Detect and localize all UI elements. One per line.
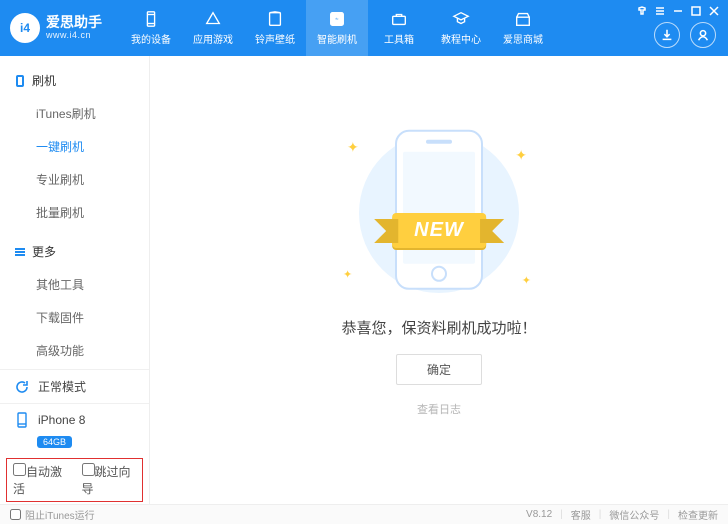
sidebar: 刷机 iTunes刷机 一键刷机 专业刷机 批量刷机 更多 其他工具 下载固件 … [0,56,150,504]
ringtone-icon [266,10,284,28]
app-header: i4 爱思助手 www.i4.cn 我的设备 应用游戏 铃声壁纸 智能刷机 工具… [0,0,728,56]
phone-small-icon [14,412,30,428]
download-button[interactable] [654,22,680,48]
checkbox-label: 阻止iTunes运行 [25,507,95,522]
device-name: iPhone 8 [38,413,85,427]
block-itunes-checkbox[interactable]: 阻止iTunes运行 [10,507,95,522]
minimize-icon[interactable] [670,3,686,19]
capacity-badge: 64GB [37,436,72,448]
nav-label: 工具箱 [384,31,414,46]
nav-label: 爱思商城 [503,31,543,46]
nav-label: 铃声壁纸 [255,31,295,46]
support-link[interactable]: 客服 [571,507,591,522]
nav-tutorials[interactable]: 教程中心 [430,0,492,56]
sidebar-item-other-tools[interactable]: 其他工具 [0,268,149,301]
main-content: ✦✦✦✦ NEW 恭喜您，保资料刷机成功啦！ 确定 查看日志 [150,56,728,504]
status-bar: 阻止iTunes运行 V8.12 | 客服 | 微信公众号 | 检查更新 [0,504,728,524]
nav-label: 我的设备 [131,31,171,46]
phone-icon [142,10,160,28]
device-info[interactable]: iPhone 8 64GB [0,403,149,456]
mode-label: 正常模式 [38,378,86,395]
nav-label: 智能刷机 [317,31,357,46]
window-controls [634,3,722,19]
nav-apps-games[interactable]: 应用游戏 [182,0,244,56]
section-label: 刷机 [32,72,56,89]
nav-label: 应用游戏 [193,31,233,46]
maximize-icon[interactable] [688,3,704,19]
apps-icon [204,10,222,28]
success-message: 恭喜您，保资料刷机成功啦！ [341,317,536,338]
sidebar-item-download-firmware[interactable]: 下载固件 [0,301,149,334]
sidebar-section-more: 更多 [0,237,149,266]
skip-guide-checkbox[interactable]: 跳过向导 [82,463,137,497]
logo-badge: i4 [10,13,40,43]
menu-icon[interactable] [652,3,668,19]
brand-logo: i4 爱思助手 www.i4.cn [10,13,102,43]
sidebar-item-pro-flash[interactable]: 专业刷机 [0,163,149,196]
brand-name: 爱思助手 [46,15,102,30]
flash-icon [328,10,346,28]
account-button[interactable] [690,22,716,48]
view-log-link[interactable]: 查看日志 [417,401,461,417]
highlighted-checkboxes: 自动激活 跳过向导 [6,458,143,502]
device-icon [14,75,26,87]
more-icon [14,246,26,258]
sidebar-item-batch-flash[interactable]: 批量刷机 [0,196,149,229]
store-icon [514,10,532,28]
new-badge: NEW [392,213,486,248]
nav-my-device[interactable]: 我的设备 [120,0,182,56]
nav-ringtones[interactable]: 铃声壁纸 [244,0,306,56]
top-nav: 我的设备 应用游戏 铃声壁纸 智能刷机 工具箱 教程中心 爱思商城 [120,0,554,56]
wechat-link[interactable]: 微信公众号 [609,507,659,522]
device-mode[interactable]: 正常模式 [0,369,149,403]
sidebar-item-oneclick-flash[interactable]: 一键刷机 [0,130,149,163]
sidebar-item-itunes-flash[interactable]: iTunes刷机 [0,97,149,130]
version-label: V8.12 [526,509,552,520]
check-update-link[interactable]: 检查更新 [678,507,718,522]
nav-store[interactable]: 爱思商城 [492,0,554,56]
refresh-icon [14,379,30,395]
nav-toolbox[interactable]: 工具箱 [368,0,430,56]
success-illustration: ✦✦✦✦ NEW [329,123,549,303]
section-label: 更多 [32,243,56,260]
ok-button[interactable]: 确定 [396,354,482,385]
auto-activate-checkbox[interactable]: 自动激活 [13,463,68,497]
sidebar-section-flash: 刷机 [0,66,149,95]
nav-label: 教程中心 [441,31,481,46]
brand-site: www.i4.cn [46,31,102,41]
nav-smart-flash[interactable]: 智能刷机 [306,0,368,56]
toolbox-icon [390,10,408,28]
tutorial-icon [452,10,470,28]
close-icon[interactable] [706,3,722,19]
skin-icon[interactable] [634,3,650,19]
sidebar-item-advanced[interactable]: 高级功能 [0,334,149,367]
